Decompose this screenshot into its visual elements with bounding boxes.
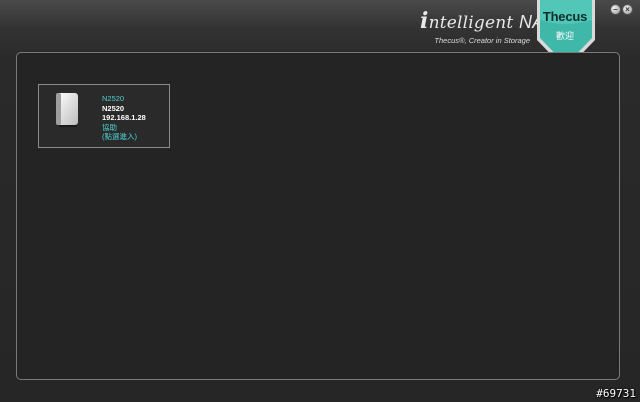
brand-tagline: Thecus®, Creator in Storage <box>434 36 530 45</box>
close-icon[interactable]: × <box>623 5 632 14</box>
brand-header: intelligent NAS Thecus®, Creator in Stor… <box>420 8 556 45</box>
nas-device-icon <box>56 93 78 127</box>
brand-title: intelligent NAS <box>420 8 556 34</box>
app-window: intelligent NAS Thecus®, Creator in Stor… <box>0 0 640 402</box>
device-hostname: N2520 <box>102 103 125 113</box>
device-ip: 192.168.1.28 <box>102 113 146 122</box>
device-info: N2520 N2520 192.168.1.28 協助 (點選進入) <box>102 94 146 142</box>
device-model-link[interactable]: N2520 <box>102 94 146 104</box>
login-link[interactable]: (點選進入) <box>102 132 146 142</box>
brand-title-rest: ntelligent <box>428 13 514 33</box>
welcome-label[interactable]: 歡迎 <box>535 29 595 42</box>
watermark-text: #69731 <box>596 387 636 400</box>
device-card[interactable]: N2520 N2520 192.168.1.28 協助 (點選進入) <box>38 84 170 148</box>
help-link[interactable]: 協助 <box>102 123 146 133</box>
device-list-panel: N2520 N2520 192.168.1.28 協助 (點選進入) <box>16 52 620 380</box>
brand-title-i: i <box>420 8 429 34</box>
logo-text: Thecus <box>542 9 588 24</box>
minimize-icon[interactable]: – <box>611 5 620 14</box>
